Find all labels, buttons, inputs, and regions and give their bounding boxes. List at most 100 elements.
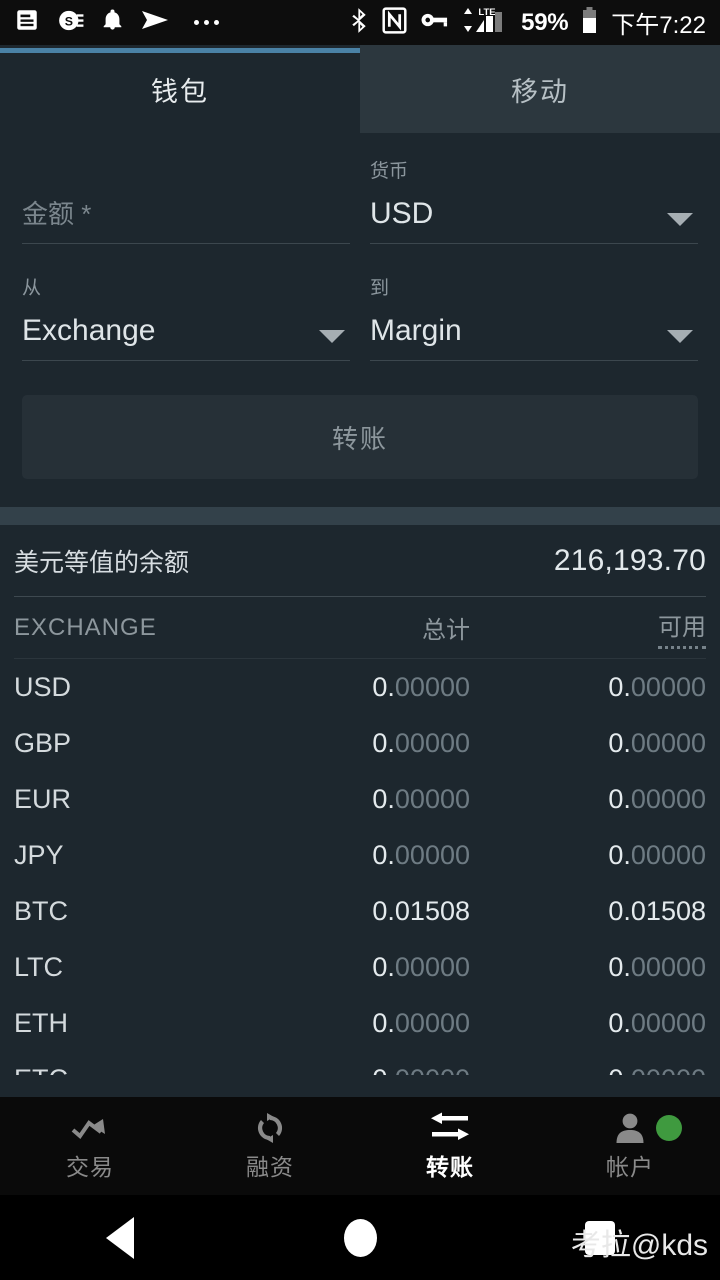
bluetooth-icon <box>350 7 369 39</box>
nav-item-funding[interactable]: 融资 <box>180 1097 360 1195</box>
table-row[interactable]: GBP 0.00000 0.00000 <box>14 715 706 771</box>
amount-field[interactable]: 金额 * <box>22 159 350 256</box>
balance-label: 美元等值的余额 <box>14 548 190 577</box>
person-icon <box>615 1110 645 1144</box>
nfc-icon <box>382 6 407 39</box>
table-row[interactable]: BTC 0.01508 0.01508 <box>14 883 706 939</box>
row-symbol: USD <box>14 671 72 702</box>
table-row[interactable]: EUR 0.00000 0.00000 <box>14 771 706 827</box>
transfer-submit-label: 转账 <box>331 423 388 454</box>
battery-icon <box>581 6 598 39</box>
row-available: 0.00000 <box>608 951 706 982</box>
row-available: 0.00000 <box>608 671 706 702</box>
row-available: 0.00000 <box>608 839 706 870</box>
status-bar-right-icons: LTE 59% 下午7:22 <box>350 5 706 40</box>
transfer-submit-button[interactable]: 转账 <box>22 395 698 479</box>
app-root: S LTE 59% 下午7:22 钱包 移动 金额 * 货币 USD 从 Exc… <box>0 0 720 1280</box>
refresh-icon <box>254 1110 286 1144</box>
send-icon <box>141 9 169 36</box>
amount-input[interactable]: 金额 * <box>22 185 350 243</box>
tab-wallet[interactable]: 钱包 <box>0 45 360 133</box>
chevron-down-icon[interactable] <box>667 330 693 343</box>
balance-value: 216,193.70 <box>553 543 706 577</box>
row-total: 0.01508 <box>372 895 470 926</box>
android-back-button[interactable] <box>0 1216 240 1259</box>
nav-item-account[interactable]: 帐户 <box>540 1097 720 1195</box>
tab-active-indicator <box>0 48 360 53</box>
table-body[interactable]: USD 0.00000 0.00000 GBP 0.00000 0.00000 EUR 0.0… <box>14 659 706 1076</box>
tab-move-label: 移动 <box>511 76 569 107</box>
column-header-total[interactable]: 总计 <box>310 610 470 645</box>
row-symbol: JPY <box>14 839 64 870</box>
vpn-key-icon <box>420 10 449 35</box>
watermark-label: 考拉@kds <box>570 1229 708 1262</box>
tab-bar: 钱包 移动 <box>0 45 720 133</box>
chevron-down-icon[interactable] <box>667 213 693 226</box>
from-field[interactable]: 从 Exchange <box>22 276 350 373</box>
android-navigation-bar: 考拉@kds <box>0 1195 720 1280</box>
table-header-row: EXCHANGE 总计 可用 <box>14 597 706 659</box>
nav-item-trade-label: 交易 <box>66 1154 114 1180</box>
transfer-form: 金额 * 货币 USD 从 Exchange 到 Margin <box>0 133 720 373</box>
bottom-navigation: 交易 融资 转账 帐户 <box>0 1097 720 1195</box>
row-symbol: LTC <box>14 951 64 982</box>
svg-text:S: S <box>65 14 73 28</box>
swap-arrows-icon <box>428 1110 472 1144</box>
android-home-button[interactable] <box>240 1218 480 1257</box>
from-label: 从 <box>22 278 42 299</box>
row-symbol: ETH <box>14 1007 68 1038</box>
tab-move[interactable]: 移动 <box>360 45 720 133</box>
nav-item-trade[interactable]: 交易 <box>0 1097 180 1195</box>
table-row[interactable]: USD 0.00000 0.00000 <box>14 659 706 715</box>
row-symbol: BTC <box>14 895 68 926</box>
form-row-amount-currency: 金额 * 货币 USD <box>22 159 698 256</box>
note-icon <box>14 7 40 38</box>
column-header-available-label: 可用 <box>658 607 706 649</box>
balance-section: 美元等值的余额 216,193.70 <box>0 525 720 597</box>
to-underline <box>370 360 698 361</box>
bell-icon <box>101 8 124 37</box>
to-field[interactable]: 到 Margin <box>370 276 698 373</box>
back-triangle-icon <box>106 1216 134 1259</box>
wallet-table: EXCHANGE 总计 可用 USD 0.00000 0.00000 GBP 0.000… <box>0 597 720 1075</box>
row-available: 0.00000 <box>608 783 706 814</box>
balance-row: 美元等值的余额 216,193.70 <box>14 525 706 597</box>
nav-item-funding-label: 融资 <box>246 1154 294 1180</box>
submit-button-container: 转账 <box>0 373 720 507</box>
amount-underline <box>22 243 350 244</box>
to-select-value[interactable]: Margin <box>370 302 698 360</box>
table-row[interactable]: JPY 0.00000 0.00000 <box>14 827 706 883</box>
row-available: 0.00000 <box>608 1007 706 1038</box>
clock-label: 下午7:22 <box>611 12 706 39</box>
row-total: 0.00000 <box>372 1007 470 1038</box>
table-row[interactable]: LTC 0.00000 0.00000 <box>14 939 706 995</box>
row-available: 0.00000 <box>470 1064 706 1076</box>
row-total: 0.00000 <box>372 951 470 982</box>
column-header-exchange[interactable]: EXCHANGE <box>14 614 310 642</box>
table-row[interactable]: ETH 0.00000 0.00000 <box>14 995 706 1051</box>
column-header-total-label: 总计 <box>422 617 470 644</box>
online-status-dot <box>656 1115 682 1141</box>
row-symbol: EUR <box>14 783 72 814</box>
currency-label: 货币 <box>370 161 409 182</box>
tab-wallet-label: 钱包 <box>151 76 209 107</box>
row-total: 0.00000 <box>372 783 470 814</box>
from-select-value[interactable]: Exchange <box>22 302 350 360</box>
chevron-down-icon[interactable] <box>319 330 345 343</box>
nav-item-account-label: 帐户 <box>606 1154 654 1180</box>
table-row[interactable]: ETC0.000000.00000 <box>14 1051 706 1076</box>
currency-field[interactable]: 货币 USD <box>370 159 698 256</box>
nav-item-transfer-label: 转账 <box>426 1154 474 1180</box>
home-circle-icon <box>343 1218 377 1257</box>
more-dots-icon <box>194 20 219 25</box>
row-total: 0.00000 <box>372 839 470 870</box>
column-header-available[interactable]: 可用 <box>470 607 706 649</box>
trending-up-icon <box>71 1110 109 1144</box>
nav-item-transfer[interactable]: 转账 <box>360 1097 540 1195</box>
section-divider <box>0 507 720 525</box>
row-total: 0.00000 <box>372 671 470 702</box>
form-row-from-to: 从 Exchange 到 Margin <box>22 276 698 373</box>
row-total: 0.00000 <box>310 1064 470 1076</box>
currency-select-value[interactable]: USD <box>370 185 698 243</box>
lte-signal-icon: LTE <box>462 6 508 39</box>
